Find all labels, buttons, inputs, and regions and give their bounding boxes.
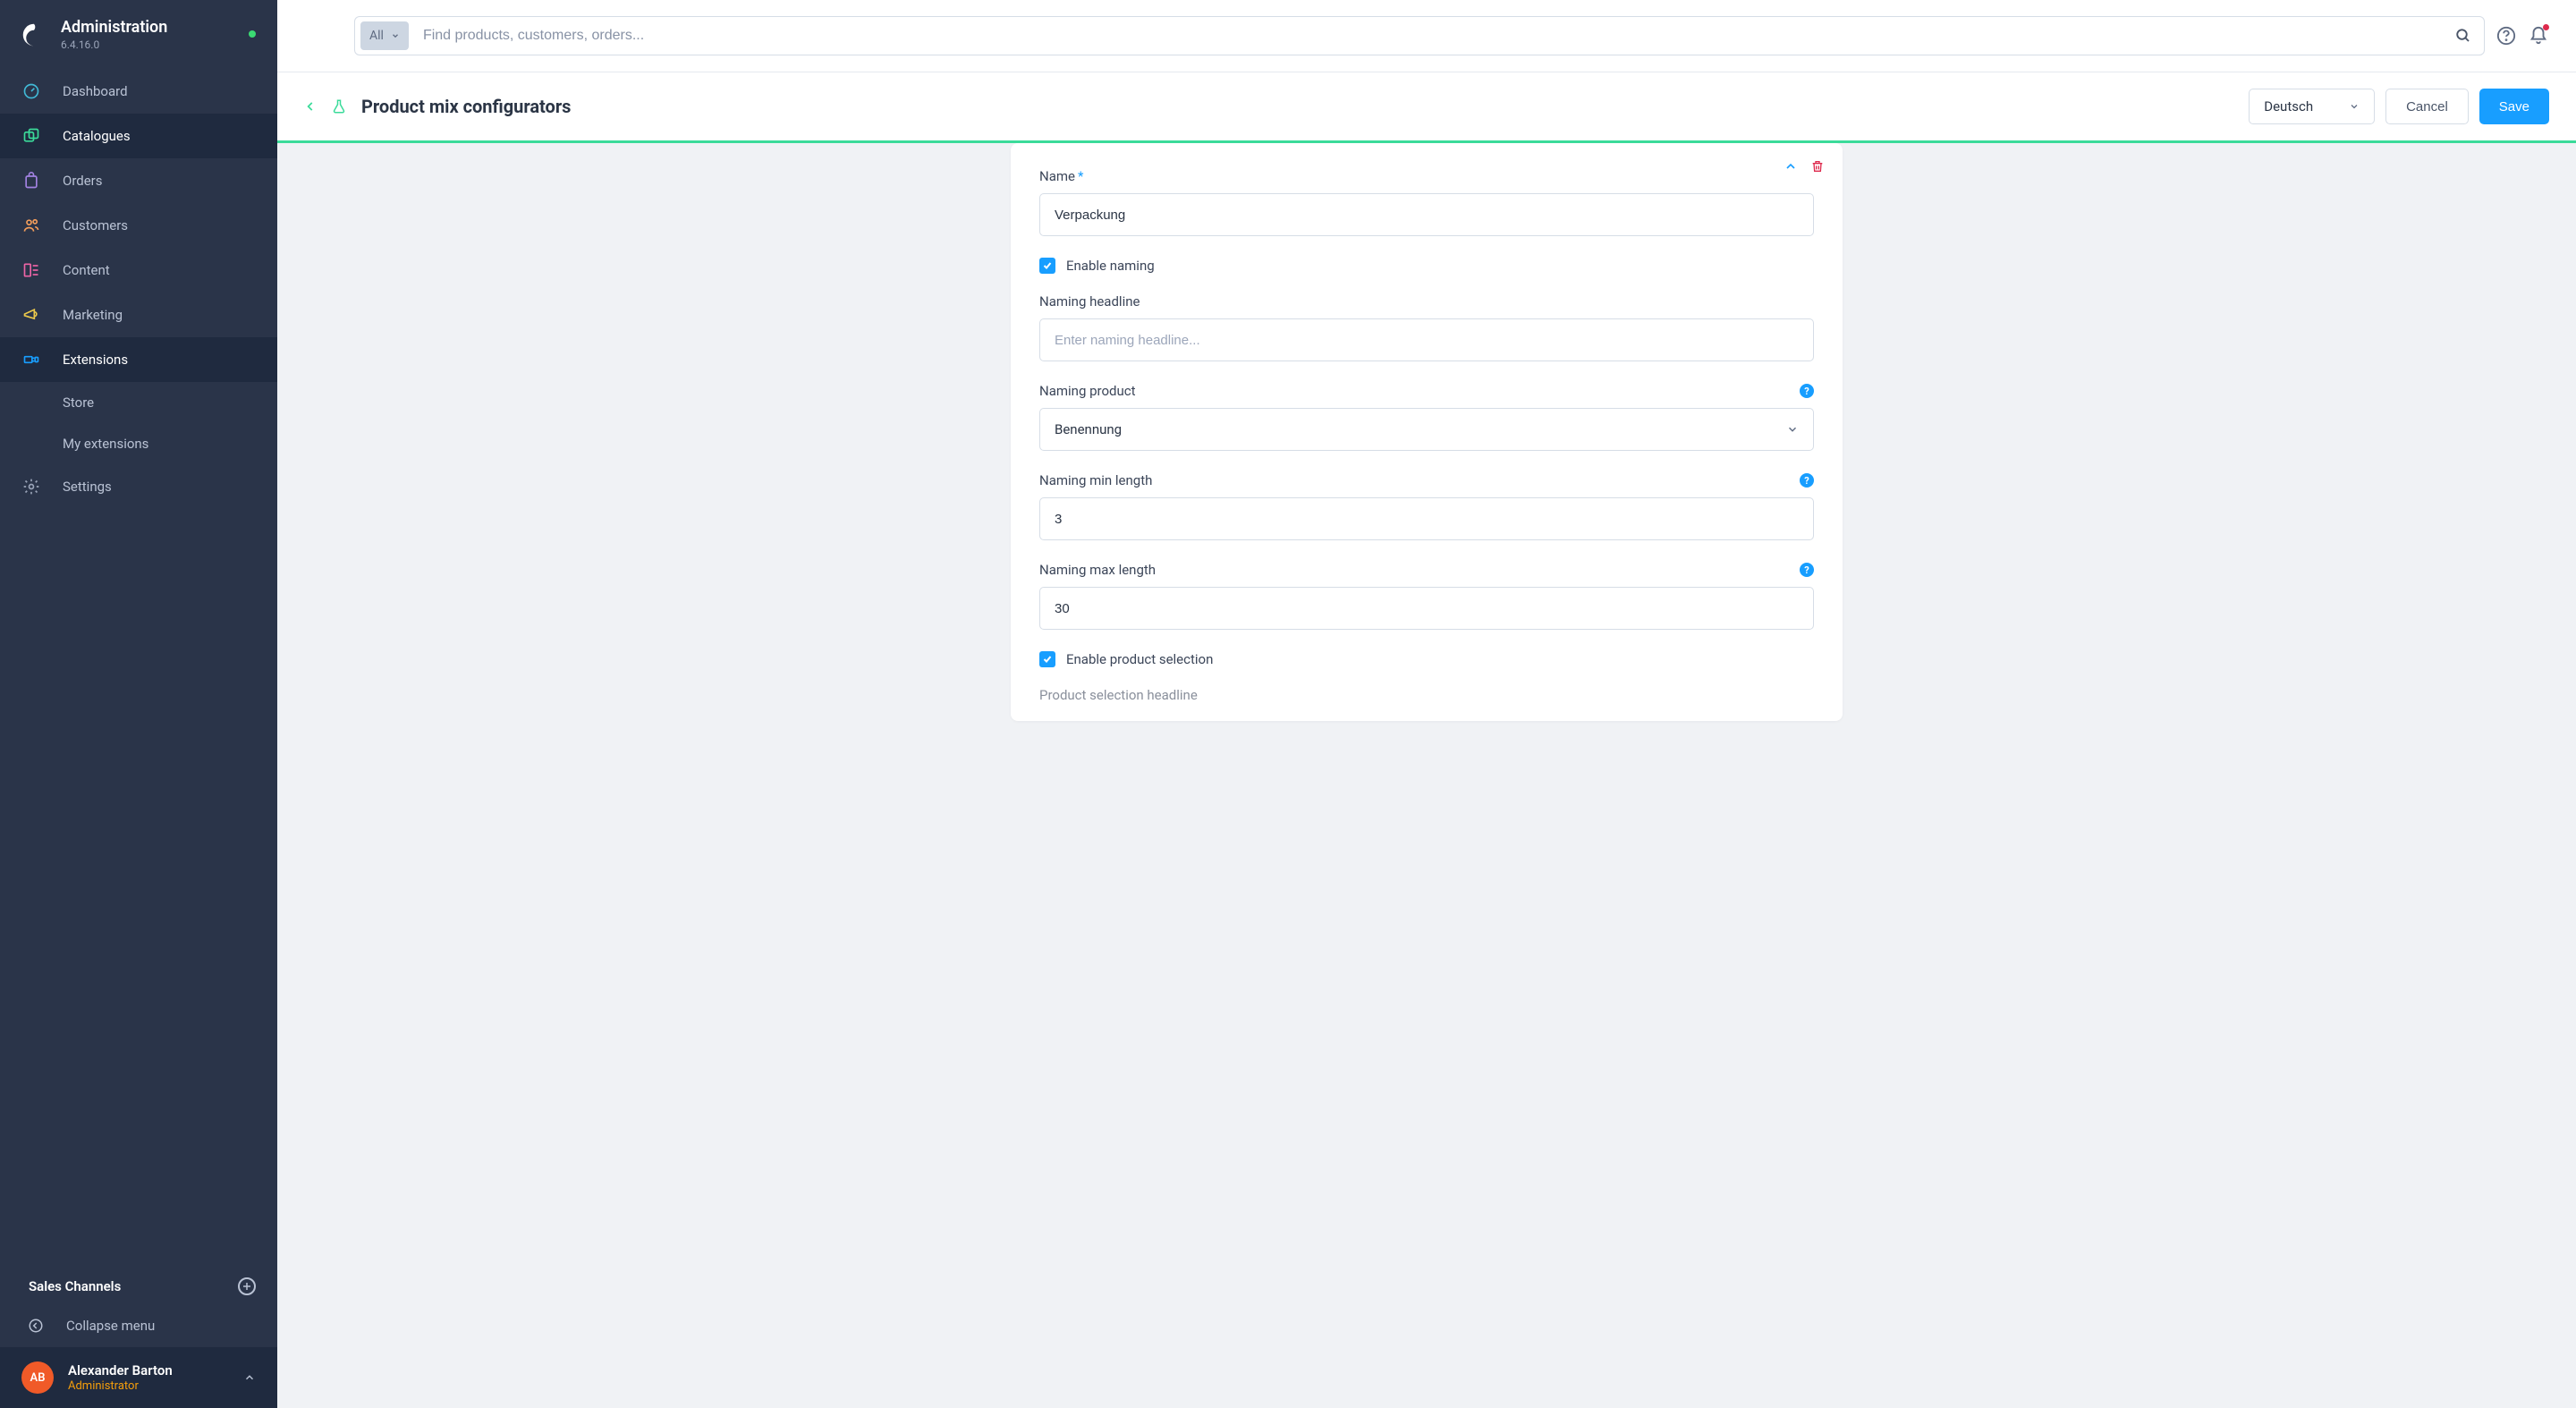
enable-naming-row: Enable naming [1039, 258, 1814, 274]
flask-icon [331, 98, 347, 115]
naming-product-label: Naming product [1039, 383, 1136, 399]
collapse-card-button[interactable] [1784, 159, 1798, 174]
sidebar-item-customers[interactable]: Customers [0, 203, 277, 248]
field-naming-min: Naming min length ? [1039, 472, 1814, 540]
user-role: Administrator [68, 1379, 173, 1393]
naming-max-label: Naming max length [1039, 562, 1156, 578]
sidebar-item-catalogues[interactable]: Catalogues [0, 114, 277, 158]
sales-channels-label: Sales Channels [29, 1278, 121, 1294]
settings-icon [21, 477, 41, 496]
add-sales-channel-button[interactable] [238, 1277, 256, 1295]
app-logo-icon [21, 22, 47, 47]
enable-naming-label: Enable naming [1066, 258, 1155, 274]
avatar: AB [21, 1361, 54, 1394]
chevron-down-icon [2349, 101, 2360, 112]
sidebar-item-label: Settings [63, 479, 112, 495]
notifications-button[interactable] [2528, 25, 2549, 47]
chevron-down-icon [391, 31, 400, 40]
naming-headline-input[interactable] [1039, 318, 1814, 361]
enable-naming-checkbox[interactable] [1039, 258, 1055, 274]
main-nav: Dashboard Catalogues Orders Customers [0, 69, 277, 1260]
help-badge-button[interactable]: ? [1800, 384, 1814, 398]
sidebar-item-label: Catalogues [63, 128, 131, 144]
field-product-selection-headline: Product selection headline [1039, 687, 1814, 703]
enable-product-selection-checkbox[interactable] [1039, 651, 1055, 667]
sidebar: Administration 6.4.16.0 Dashboard Catalo… [0, 0, 277, 1408]
sidebar-header: Administration 6.4.16.0 [0, 0, 277, 69]
enable-product-selection-label: Enable product selection [1066, 651, 1213, 667]
app-title: Administration [61, 18, 167, 37]
collapse-menu-label: Collapse menu [66, 1318, 155, 1334]
sales-channels-header: Sales Channels [0, 1260, 277, 1304]
sidebar-item-label: Content [63, 262, 110, 278]
topbar: All [277, 0, 2576, 72]
sidebar-item-label: My extensions [63, 436, 148, 452]
product-selection-headline-label: Product selection headline [1039, 687, 1198, 703]
sidebar-item-label: Store [63, 394, 94, 411]
sidebar-item-marketing[interactable]: Marketing [0, 293, 277, 337]
collapse-menu-button[interactable]: Collapse menu [0, 1304, 277, 1347]
customers-icon [21, 216, 41, 235]
cancel-button[interactable]: Cancel [2385, 89, 2469, 124]
naming-product-value: Benennung [1055, 421, 1122, 437]
sidebar-item-label: Dashboard [63, 83, 128, 99]
naming-min-label: Naming min length [1039, 472, 1152, 488]
language-value: Deutsch [2264, 98, 2313, 115]
name-label: Name [1039, 168, 1075, 184]
status-indicator [249, 30, 256, 38]
field-naming-product: Naming product ? Benennung [1039, 383, 1814, 451]
language-select[interactable]: Deutsch [2249, 89, 2375, 124]
sidebar-subitem-my-extensions[interactable]: My extensions [0, 423, 277, 464]
app-version: 6.4.16.0 [61, 38, 167, 51]
content-area: Name * Enable naming Naming headline [277, 143, 2576, 1408]
form-card: Name * Enable naming Naming headline [1011, 143, 1843, 721]
sidebar-item-extensions[interactable]: Extensions [0, 337, 277, 382]
back-button[interactable] [304, 100, 317, 113]
page-header: Product mix configurators Deutsch Cancel… [277, 72, 2576, 143]
search-filter-dropdown[interactable]: All [360, 21, 409, 50]
field-name: Name * [1039, 168, 1814, 236]
field-naming-headline: Naming headline [1039, 293, 1814, 361]
sidebar-subitem-store[interactable]: Store [0, 382, 277, 423]
delete-card-button[interactable] [1810, 159, 1825, 174]
sidebar-item-label: Extensions [63, 352, 128, 368]
naming-max-input[interactable] [1039, 587, 1814, 630]
user-name: Alexander Barton [68, 1362, 173, 1378]
sidebar-item-dashboard[interactable]: Dashboard [0, 69, 277, 114]
field-naming-max: Naming max length ? [1039, 562, 1814, 630]
collapse-icon [27, 1317, 45, 1335]
page-title: Product mix configurators [361, 96, 571, 117]
sidebar-item-settings[interactable]: Settings [0, 464, 277, 509]
main: All Product mix c [277, 0, 2576, 1408]
notification-badge [2543, 24, 2549, 30]
enable-product-selection-row: Enable product selection [1039, 651, 1814, 667]
sidebar-item-label: Orders [63, 173, 103, 189]
sidebar-item-orders[interactable]: Orders [0, 158, 277, 203]
required-indicator: * [1078, 168, 1083, 184]
chevron-up-icon [243, 1371, 256, 1384]
marketing-icon [21, 305, 41, 325]
search-filter-label: All [369, 29, 384, 43]
help-button[interactable] [2496, 25, 2517, 47]
search-input[interactable] [414, 28, 2443, 44]
extensions-icon [21, 350, 41, 369]
orders-icon [21, 171, 41, 191]
help-badge-button[interactable]: ? [1800, 473, 1814, 488]
sidebar-item-label: Marketing [63, 307, 123, 323]
chevron-down-icon [1786, 423, 1799, 436]
sidebar-item-content[interactable]: Content [0, 248, 277, 293]
content-icon [21, 260, 41, 280]
name-input[interactable] [1039, 193, 1814, 236]
sidebar-item-label: Customers [63, 217, 128, 233]
search-bar: All [354, 16, 2485, 55]
naming-headline-label: Naming headline [1039, 293, 1140, 310]
naming-product-select[interactable]: Benennung [1039, 408, 1814, 451]
dashboard-icon [21, 81, 41, 101]
search-icon[interactable] [2443, 28, 2484, 44]
catalogues-icon [21, 126, 41, 146]
save-button[interactable]: Save [2479, 89, 2549, 124]
naming-min-input[interactable] [1039, 497, 1814, 540]
user-panel[interactable]: AB Alexander Barton Administrator [0, 1347, 277, 1408]
help-badge-button[interactable]: ? [1800, 563, 1814, 577]
